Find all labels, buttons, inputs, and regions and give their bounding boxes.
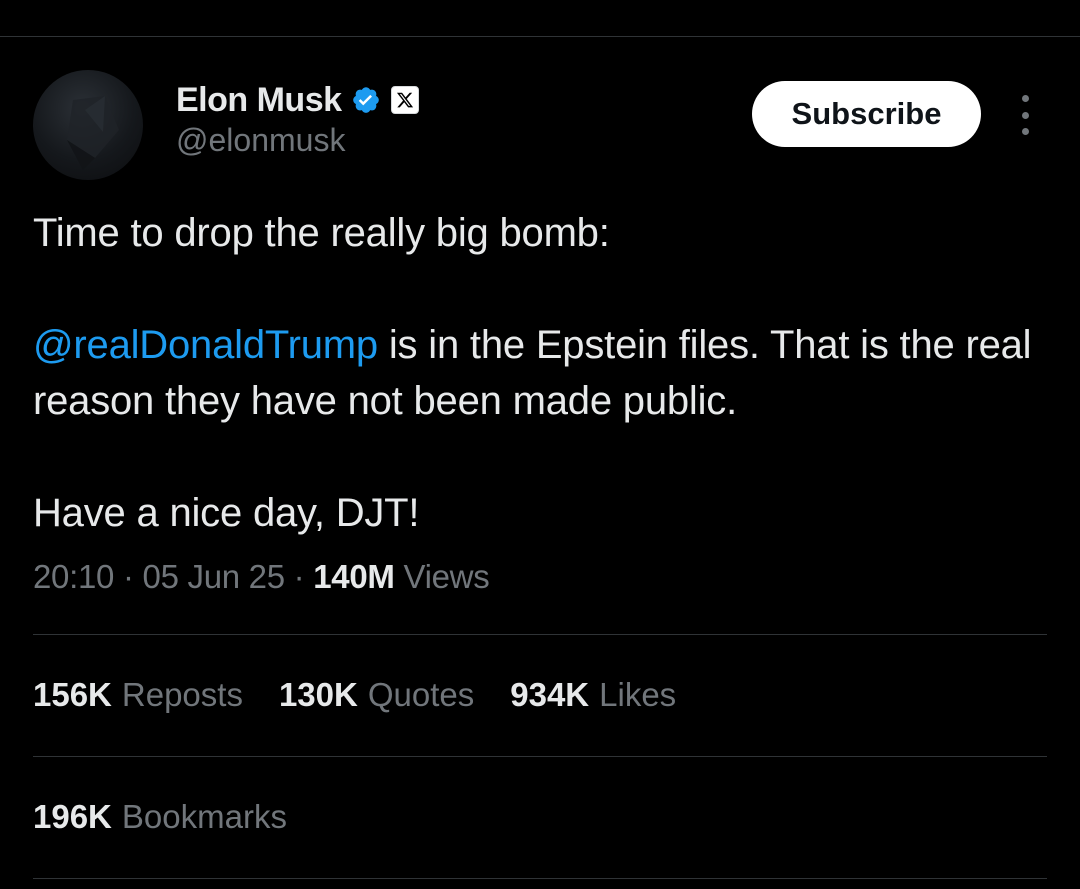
reposts-label: Reposts: [121, 676, 243, 713]
bookmarks-label: Bookmarks: [121, 798, 287, 835]
quotes-label: Quotes: [367, 676, 475, 713]
bookmarks-count: 196K: [33, 798, 112, 835]
divider: [33, 878, 1047, 879]
top-divider: [0, 36, 1080, 37]
subscribe-button[interactable]: Subscribe: [752, 81, 981, 147]
bookmarks-stat[interactable]: 196K Bookmarks: [33, 798, 287, 836]
x-logo-icon[interactable]: [390, 86, 419, 114]
reposts-stat[interactable]: 156K Reposts: [33, 676, 243, 714]
avatar[interactable]: [33, 70, 143, 180]
name-row: Elon Musk: [176, 78, 419, 122]
reposts-count: 156K: [33, 676, 112, 713]
tweet-meta: 20:10 · 05 Jun 25 · 140M Views: [33, 558, 490, 596]
likes-stat[interactable]: 934K Likes: [510, 676, 676, 714]
user-handle[interactable]: @elonmusk: [176, 122, 419, 159]
engagement-stats: 156K Reposts 130K Quotes 934K Likes: [33, 676, 712, 714]
tweet-line-2: @realDonaldTrump is in the Epstein files…: [33, 317, 1043, 429]
mention-link[interactable]: @realDonaldTrump: [33, 323, 378, 367]
meta-separator: ·: [114, 558, 143, 595]
author-block: Elon Musk @elonmusk: [176, 78, 419, 159]
likes-label: Likes: [599, 676, 677, 713]
more-dot: [1021, 95, 1029, 102]
likes-count: 934K: [510, 676, 590, 713]
more-dot: [1021, 111, 1029, 119]
verified-badge-icon[interactable]: [351, 85, 381, 115]
tweet-time[interactable]: 20:10: [33, 558, 114, 595]
quotes-count: 130K: [278, 676, 358, 713]
more-vertical-icon[interactable]: [1010, 95, 1040, 135]
meta-separator: ·: [284, 558, 314, 595]
divider: [33, 634, 1047, 635]
avatar-image: [67, 96, 119, 170]
divider: [33, 756, 1047, 757]
quotes-stat[interactable]: 130K Quotes: [279, 676, 474, 714]
tweet-line-1: Time to drop the really big bomb:: [33, 211, 610, 255]
display-name[interactable]: Elon Musk: [176, 81, 342, 120]
tweet-date[interactable]: 05 Jun 25: [143, 558, 286, 595]
more-dot: [1021, 128, 1029, 135]
tweet-line-3: Have a nice day, DJT!: [33, 491, 420, 535]
tweet-text: Time to drop the really big bomb: @realD…: [33, 205, 1043, 541]
views-count: 140M: [313, 558, 395, 595]
views-label: Views: [403, 558, 490, 595]
